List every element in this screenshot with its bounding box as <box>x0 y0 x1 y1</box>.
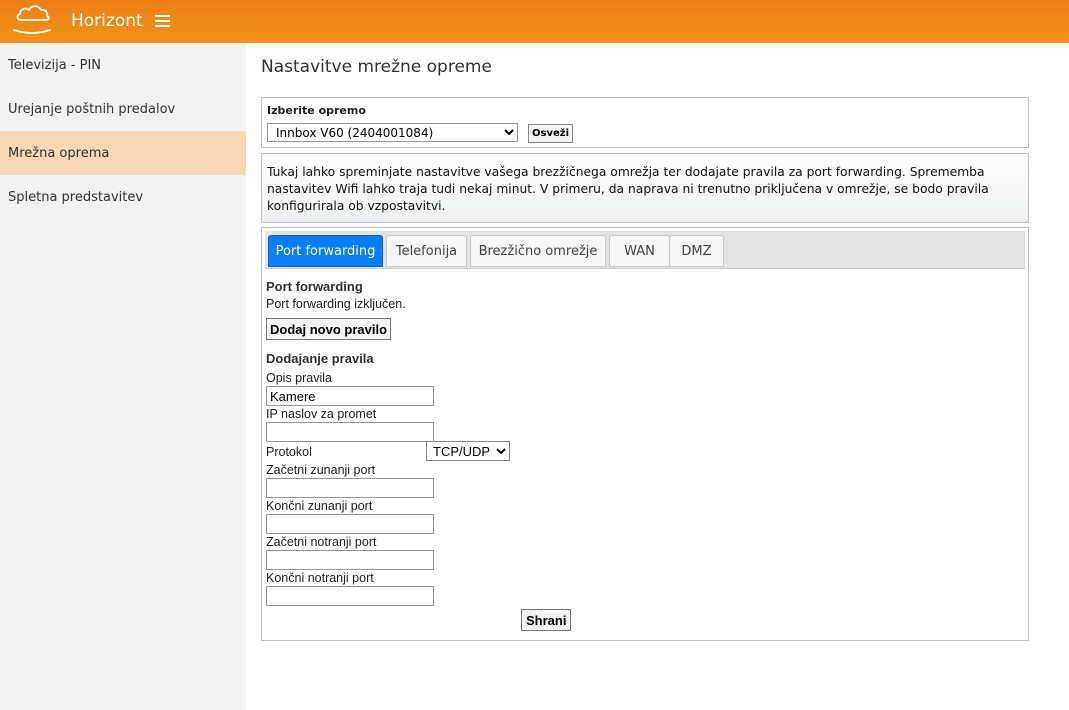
cloud-logo-icon <box>13 5 51 34</box>
sidebar-item-label: Televizija - PIN <box>8 57 102 73</box>
settings-tabs-panel: Port forwarding Telefonija Brezžično omr… <box>261 227 1029 641</box>
tab-port-forwarding[interactable]: Port forwarding <box>268 235 383 267</box>
protocol-select[interactable]: TCP/UDP <box>426 441 510 461</box>
ext-start-port-input[interactable] <box>266 478 434 498</box>
info-panel: Tukaj lahko spreminjate nastavitve vašeg… <box>261 153 1029 223</box>
device-select-label: Izberite opremo <box>267 104 366 117</box>
refresh-button[interactable]: Osveži <box>528 124 574 143</box>
sidebar-item-spletna-predstavitev[interactable]: Spletna predstavitev <box>0 175 246 219</box>
section-title-port-forwarding: Port forwarding <box>266 279 363 294</box>
sidebar-item-label: Spletna predstavitev <box>8 189 144 205</box>
label-rule-description: Opis pravila <box>266 371 332 385</box>
device-select[interactable]: Innbox V60 (2404001084) <box>267 123 518 142</box>
hamburger-menu-icon[interactable] <box>155 15 170 27</box>
section-title-add-rule: Dodajanje pravila <box>266 351 374 366</box>
tab-bar: Port forwarding Telefonija Brezžično omr… <box>265 231 1025 269</box>
tab-wan[interactable]: WAN <box>609 235 670 267</box>
sidebar: Televizija - PIN Urejanje poštnih predal… <box>0 43 246 710</box>
sidebar-item-postni-predali[interactable]: Urejanje poštnih predalov <box>0 87 246 131</box>
label-int-end-port: Končni notranji port <box>266 571 374 585</box>
ip-address-input[interactable] <box>266 422 434 442</box>
label-protocol: Protokol <box>266 445 312 459</box>
rule-description-input[interactable] <box>266 386 434 406</box>
port-forwarding-status: Port forwarding izključen. <box>266 297 406 311</box>
sidebar-item-label: Urejanje poštnih predalov <box>8 101 176 117</box>
add-rule-button[interactable]: Dodaj novo pravilo <box>266 318 392 340</box>
tab-telefonija[interactable]: Telefonija <box>386 235 467 267</box>
ext-end-port-input[interactable] <box>266 514 434 534</box>
save-button[interactable]: Shrani <box>521 609 572 631</box>
int-end-port-input[interactable] <box>266 586 434 606</box>
top-header: Horizont <box>0 0 1069 43</box>
page-title: Nastavitve mrežne opreme <box>261 57 492 77</box>
brand-title: Horizont <box>71 11 143 31</box>
int-start-port-input[interactable] <box>266 550 434 570</box>
label-int-start-port: Začetni notranji port <box>266 535 377 549</box>
sidebar-item-mrezna-oprema[interactable]: Mrežna oprema <box>0 131 246 175</box>
label-ext-end-port: Končni zunanji port <box>266 499 373 513</box>
tab-dmz[interactable]: DMZ <box>669 235 724 267</box>
sidebar-item-label: Mrežna oprema <box>8 145 110 161</box>
label-ip-address: IP naslov za promet <box>266 407 377 421</box>
tab-brezzicno-omrezje[interactable]: Brezžično omrežje <box>470 235 606 267</box>
device-select-panel: Izberite opremo Innbox V60 (2404001084) … <box>261 97 1029 148</box>
sidebar-item-televizija-pin[interactable]: Televizija - PIN <box>0 43 246 87</box>
label-ext-start-port: Začetni zunanji port <box>266 463 376 477</box>
info-text: Tukaj lahko spreminjate nastavitve vašeg… <box>267 165 989 213</box>
